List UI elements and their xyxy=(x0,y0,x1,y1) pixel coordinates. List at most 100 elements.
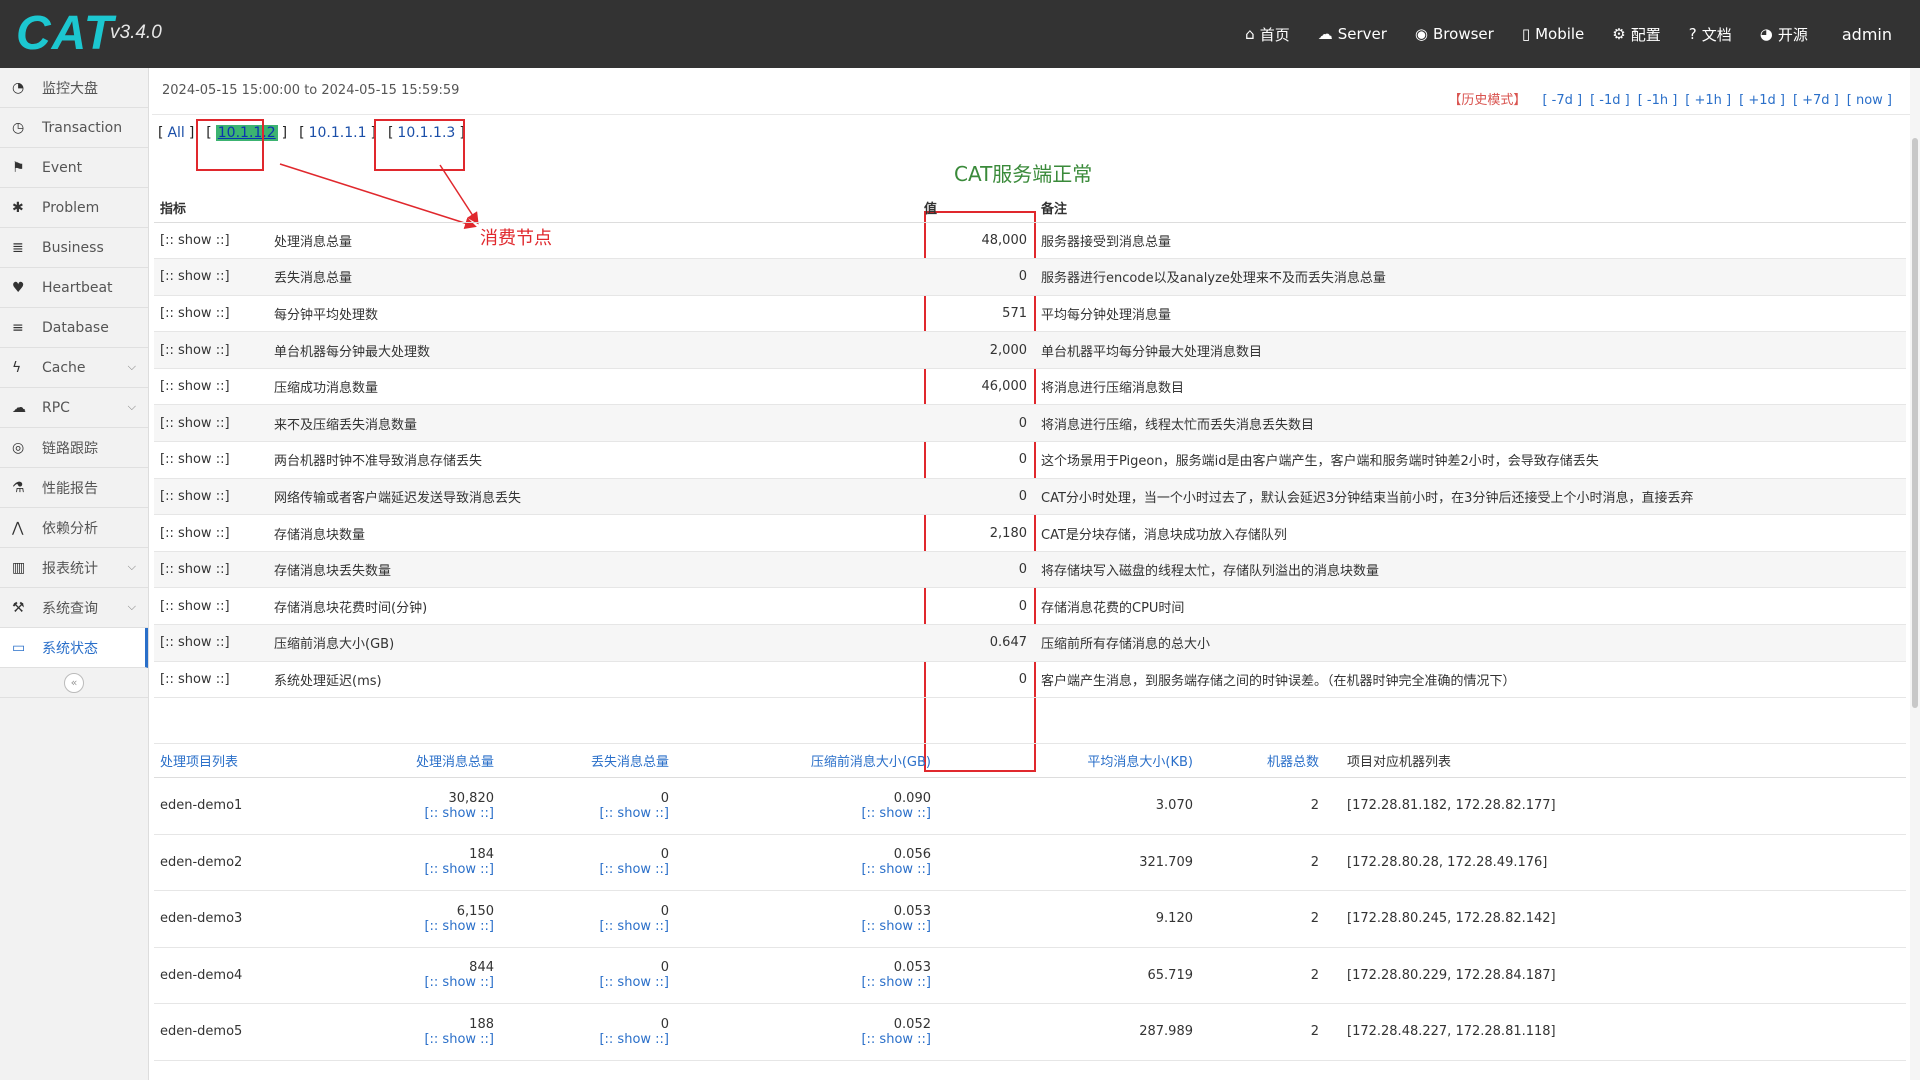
project-total-value: 30,820 xyxy=(448,790,495,806)
show-link[interactable]: [:: show ::] xyxy=(354,1032,494,1047)
show-link[interactable]: [:: show ::] xyxy=(154,551,274,589)
show-link[interactable]: [:: show ::] xyxy=(354,862,494,877)
show-link[interactable]: [:: show ::] xyxy=(154,222,274,260)
project-header-0[interactable]: 处理项目列表 xyxy=(154,743,354,778)
scrollbar-thumb[interactable] xyxy=(1912,138,1918,708)
show-link[interactable]: [:: show ::] xyxy=(154,331,274,369)
show-link[interactable]: [:: show ::] xyxy=(669,806,931,821)
sidebar-item-5[interactable]: ♥ Heartbeat xyxy=(0,268,148,308)
mobile-icon[interactable]: ▯ xyxy=(1522,25,1530,43)
cloud-icon[interactable]: ☁ xyxy=(1318,25,1333,43)
flag-icon: ⚑ xyxy=(12,159,25,176)
nav-label[interactable]: 首页 xyxy=(1260,24,1290,45)
project-header-4[interactable]: 平均消息大小(KB) xyxy=(931,743,1193,778)
metric-name: 存储消息块花费时间(分钟) xyxy=(274,587,924,626)
sidebar-item-11[interactable]: ⋀ 依赖分析 xyxy=(0,508,148,548)
project-header-2[interactable]: 丢失消息总量 xyxy=(494,743,669,778)
sidebar-item-13[interactable]: ⚒ 系统查询 ⌵ xyxy=(0,588,148,628)
nav-item-3[interactable]: ▯ Mobile xyxy=(1522,25,1584,43)
history-link-5[interactable]: [ +7d ] xyxy=(1793,93,1839,108)
history-link-3[interactable]: [ +1h ] xyxy=(1685,93,1731,108)
sidebar-item-9[interactable]: ◎ 链路跟踪 xyxy=(0,428,148,468)
gear-icon[interactable]: ⚙ xyxy=(1612,25,1625,43)
nav-item-5[interactable]: ? 文档 xyxy=(1689,24,1732,45)
nav-item-6[interactable]: ◕ 开源 xyxy=(1760,24,1808,45)
show-link[interactable]: [:: show ::] xyxy=(494,806,669,821)
sidebar-item-12[interactable]: ▥ 报表统计 ⌵ xyxy=(0,548,148,588)
history-link-6[interactable]: [ now ] xyxy=(1847,93,1892,108)
history-link-0[interactable]: [ -7d ] xyxy=(1542,93,1582,108)
question-icon[interactable]: ? xyxy=(1689,25,1697,43)
scrollbar[interactable] xyxy=(1910,68,1920,1080)
project-total: 576 xyxy=(354,1060,494,1080)
chevron-down-icon[interactable]: ⌵ xyxy=(128,360,136,374)
show-link[interactable]: [:: show ::] xyxy=(494,975,669,990)
nav-label[interactable]: 文档 xyxy=(1702,24,1732,45)
sidebar-item-4[interactable]: ≣ Business xyxy=(0,228,148,268)
nav-item-0[interactable]: ⌂ 首页 xyxy=(1245,24,1290,45)
show-link[interactable]: [:: show ::] xyxy=(154,514,274,552)
nav-label[interactable]: Mobile xyxy=(1535,25,1584,43)
metric-row: [:: show ::] 存储消息块丢失数量 0 将存储块写入磁盘的线程太忙，存储队列… xyxy=(154,551,1906,589)
sidebar-item-1[interactable]: ◷ Transaction xyxy=(0,108,148,148)
sidebar-item-label: Event xyxy=(42,159,83,176)
nav-item-4[interactable]: ⚙ 配置 xyxy=(1612,24,1660,45)
show-link[interactable]: [:: show ::] xyxy=(494,862,669,877)
show-link[interactable]: [:: show ::] xyxy=(669,862,931,877)
show-link[interactable]: [:: show ::] xyxy=(669,975,931,990)
show-link[interactable]: [:: show ::] xyxy=(154,587,274,626)
sidebar-collapse[interactable]: « xyxy=(0,668,148,698)
show-link[interactable]: [:: show ::] xyxy=(154,258,274,296)
show-link[interactable]: [:: show ::] xyxy=(669,919,931,934)
project-ips: [172.28.80.28, 172.28.49.176] xyxy=(1333,834,1906,891)
chevron-down-icon[interactable]: ⌵ xyxy=(128,560,136,574)
metric-row: [:: show ::] 处理消息总量 48,000 服务器接受到消息总量 xyxy=(154,222,1906,260)
cat-logo[interactable]: CAT xyxy=(16,6,114,61)
show-link[interactable]: [:: show ::] xyxy=(354,806,494,821)
nav-item-1[interactable]: ☁ Server xyxy=(1318,25,1387,43)
project-name: eden-demo3 xyxy=(154,890,354,948)
nav-label[interactable]: Browser xyxy=(1433,25,1494,43)
history-link-4[interactable]: [ +1d ] xyxy=(1739,93,1785,108)
history-link-2[interactable]: [ -1h ] xyxy=(1638,93,1678,108)
show-link[interactable]: [:: show ::] xyxy=(494,1032,669,1047)
nav-label[interactable]: Server xyxy=(1338,25,1387,43)
sidebar-item-7[interactable]: ϟ Cache ⌵ xyxy=(0,348,148,388)
github-icon[interactable]: ◕ xyxy=(1760,25,1773,43)
project-header-5[interactable]: 机器总数 xyxy=(1193,743,1333,778)
nav-item-2[interactable]: ◉ Browser xyxy=(1415,25,1494,43)
chevron-down-icon[interactable]: ⌵ xyxy=(128,400,136,414)
show-link[interactable]: [:: show ::] xyxy=(494,919,669,934)
home-icon[interactable]: ⌂ xyxy=(1245,25,1255,43)
sidebar-item-8[interactable]: ☁ RPC ⌵ xyxy=(0,388,148,428)
nav-label[interactable]: 配置 xyxy=(1631,24,1661,45)
show-link[interactable]: [:: show ::] xyxy=(154,661,274,699)
project-machines xyxy=(1193,1060,1333,1080)
show-link[interactable]: [:: show ::] xyxy=(354,919,494,934)
show-link[interactable]: [:: show ::] xyxy=(154,368,274,406)
show-link[interactable]: [:: show ::] xyxy=(154,624,274,662)
sidebar-item-6[interactable]: ≡ Database xyxy=(0,308,148,348)
project-header-3[interactable]: 压缩前消息大小(GB) xyxy=(669,743,931,778)
show-link[interactable]: [:: show ::] xyxy=(154,441,274,479)
user-menu[interactable]: admin xyxy=(1842,25,1892,44)
show-link[interactable]: [:: show ::] xyxy=(154,478,274,516)
show-link[interactable]: [:: show ::] xyxy=(354,975,494,990)
globe-icon[interactable]: ◉ xyxy=(1415,25,1428,43)
project-header-1[interactable]: 处理消息总量 xyxy=(354,743,494,778)
sidebar-item-3[interactable]: ✱ Problem xyxy=(0,188,148,228)
nav-label[interactable]: 开源 xyxy=(1778,24,1808,45)
chevron-down-icon[interactable]: ⌵ xyxy=(128,600,136,614)
show-link[interactable]: [:: show ::] xyxy=(154,404,274,443)
sidebar-item-0[interactable]: ◔ 监控大盘 xyxy=(0,68,148,108)
metric-name: 单台机器每分钟最大处理数 xyxy=(274,331,924,369)
metric-name: 处理消息总量 xyxy=(274,222,924,260)
history-mode-label: 【历史模式】 xyxy=(1448,93,1527,108)
show-link[interactable]: [:: show ::] xyxy=(669,1032,931,1047)
history-link-1[interactable]: [ -1d ] xyxy=(1590,93,1630,108)
collapse-icon[interactable]: « xyxy=(64,672,84,693)
show-link[interactable]: [:: show ::] xyxy=(154,295,274,333)
sidebar-item-14[interactable]: ▭ 系统状态 xyxy=(0,628,148,668)
sidebar-item-10[interactable]: ⚗ 性能报告 xyxy=(0,468,148,508)
sidebar-item-2[interactable]: ⚑ Event xyxy=(0,148,148,188)
